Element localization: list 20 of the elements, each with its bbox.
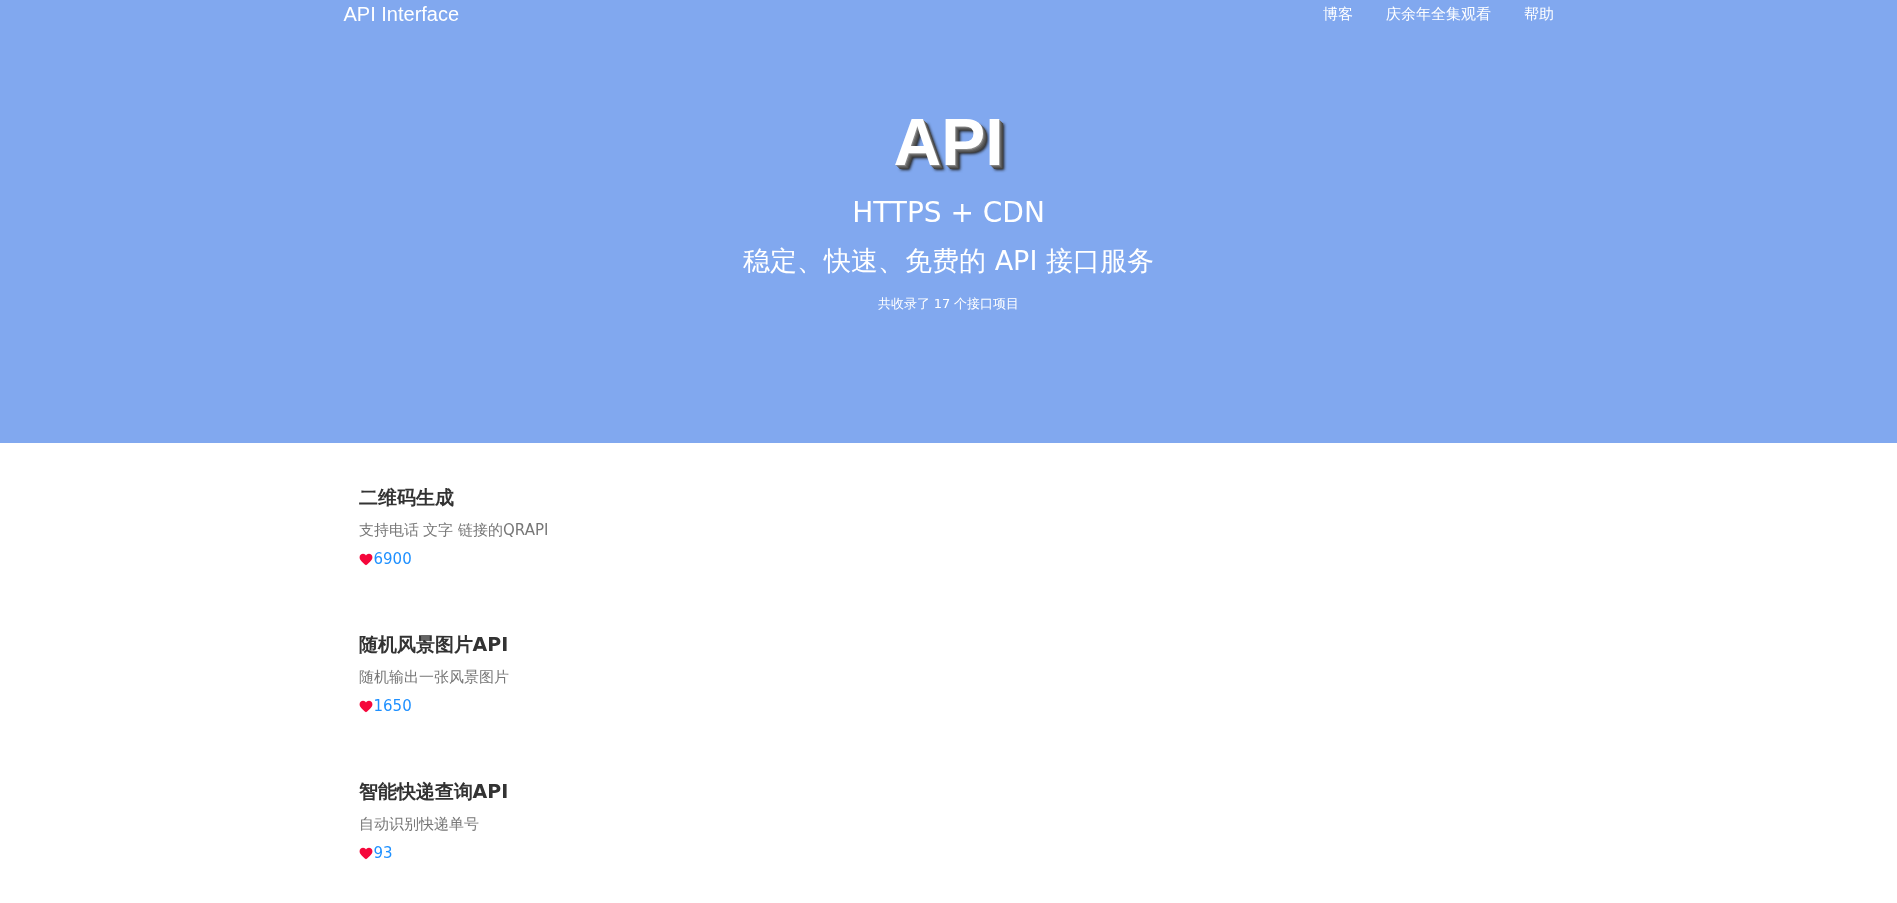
api-description: 随机输出一张风景图片 [358,668,509,687]
hero-logo: API [893,106,1004,178]
nav-link[interactable]: 帮助 [1523,4,1554,24]
like-count: 1650 [373,697,412,715]
heart-icon [358,846,373,860]
heart-icon [358,552,373,566]
hero-slogan: 稳定、快速、免费的 API 接口服务 [743,244,1154,278]
api-description: 支持电话 文字 链接的QRAPI [358,521,549,540]
hero-subtitle: HTTPS + CDN [852,196,1045,229]
nav-link[interactable]: 庆余年全集观看 [1385,4,1491,24]
brand-link[interactable]: API Interface [343,2,460,26]
nav-link[interactable]: 博客 [1322,4,1353,24]
api-title[interactable]: 二维码生成 [358,485,454,511]
like-count: 93 [373,844,393,862]
api-description: 自动识别快递单号 [358,815,479,834]
heart-icon [358,699,373,713]
like-count: 6900 [373,550,412,568]
api-title[interactable]: 随机风景图片API [358,632,509,658]
api-title[interactable]: 智能快递查询API [358,779,509,805]
project-count: 共收录了 17 个接口项目 [877,295,1020,313]
